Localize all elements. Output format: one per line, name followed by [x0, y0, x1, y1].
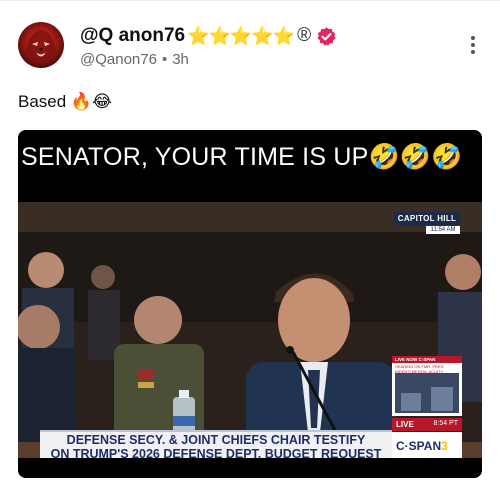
name-line: @Q anon76 ⭐⭐⭐⭐⭐ ®	[80, 24, 337, 48]
post-meta: @Qanon76 • 3h	[80, 51, 189, 68]
live-time: 8:54 PT	[433, 420, 458, 427]
user-handle[interactable]: @Qanon76	[80, 51, 157, 68]
video-caption: SENATOR, YOUR TIME IS UP🤣🤣🤣	[18, 130, 482, 180]
more-options-button[interactable]	[466, 36, 480, 60]
registered-mark: ®	[297, 25, 312, 46]
post-header: @Q anon76 ⭐⭐⭐⭐⭐ ® @Qanon76 • 3h	[18, 22, 482, 72]
news-lower-third: DEFENSE SECY. & JOINT CHIEFS CHAIR TESTI…	[40, 430, 392, 461]
location-badge: CAPITOL HILL 11:54 AM	[394, 212, 460, 234]
lion-avatar-image	[26, 30, 56, 62]
display-name[interactable]: @Q anon76	[80, 25, 185, 47]
post-video[interactable]: SENATOR, YOUR TIME IS UP🤣🤣🤣 CAPITOL HILL…	[18, 130, 482, 478]
more-vertical-icon	[471, 36, 475, 40]
user-avatar[interactable]	[18, 22, 64, 68]
live-now-thumbnail	[395, 373, 459, 413]
post-timestamp[interactable]: 3h	[172, 51, 189, 68]
star-decorations: ⭐⭐⭐⭐⭐	[187, 25, 295, 46]
meta-separator: •	[161, 51, 168, 68]
more-vertical-icon-dot	[471, 43, 475, 47]
network-number: 3	[441, 439, 448, 453]
headline-line-1: DEFENSE SECY. & JOINT CHIEFS CHAIR TESTI…	[66, 433, 366, 447]
network-logo: C·SPAN3	[392, 432, 462, 460]
live-label: LIVE	[396, 420, 414, 429]
more-vertical-icon-dot	[471, 50, 475, 54]
post-text: Based 🔥😂	[18, 92, 112, 111]
live-now-box: LIVE NOW C-SPAN HEARING ON FMR. PRES. BI…	[392, 356, 462, 416]
live-now-header: LIVE NOW C-SPAN	[392, 356, 462, 363]
verified-badge-icon	[317, 26, 336, 46]
top-divider	[0, 0, 500, 1]
video-bottom-bar	[18, 458, 482, 478]
network-name: C·SPAN	[396, 439, 442, 453]
live-indicator: LIVE 8:54 PT	[392, 418, 462, 431]
location-time: 11:54 AM	[426, 226, 460, 234]
location-title: CAPITOL HILL	[394, 212, 460, 225]
